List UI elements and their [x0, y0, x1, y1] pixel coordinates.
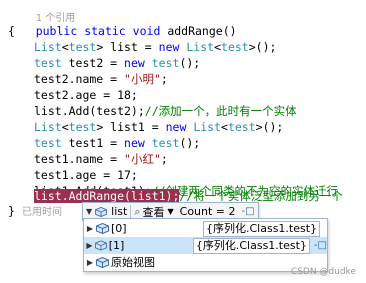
expand-arrow-icon[interactable]: ▶ — [84, 254, 96, 271]
elapsed-time-hint[interactable]: 已用时间 — [22, 203, 62, 219]
object-icon — [95, 206, 108, 217]
object-icon — [96, 223, 109, 234]
watermark: CSDN @dudke — [290, 267, 356, 277]
code-line-7: test test1 = new test(); — [34, 136, 201, 150]
code-line-6: List<test> list1 = new List<test>(); — [34, 120, 284, 134]
code-line-5: list.Add(test2);//添加一个，此时有一个实体 — [34, 104, 297, 118]
pin-icon: -□ — [241, 206, 255, 217]
object-icon — [96, 257, 109, 268]
code-line-8: test1.name = "小红"; — [34, 152, 168, 166]
item-value[interactable]: {序列化.Class1.test} — [192, 237, 310, 254]
item-value[interactable]: {序列化.Class1.test} — [203, 220, 321, 237]
code-line-1: List<test> list = new List<test>(); — [34, 40, 277, 54]
code-line-3: test2.name = "小明"; — [34, 72, 168, 86]
object-icon — [94, 240, 107, 251]
collapse-arrow-icon[interactable]: ▼ — [86, 207, 92, 216]
datatip-variable-name: list — [111, 205, 128, 218]
brace-open: { — [8, 24, 15, 38]
list-item-0[interactable]: ▶ [0] {序列化.Class1.test} — [84, 220, 327, 237]
list-item-1[interactable]: ▶ [1] {序列化.Class1.test} -□ — [84, 237, 327, 254]
datatip-children[interactable]: ▶ [0] {序列化.Class1.test} ▶ [1] {序列化.Class… — [83, 218, 328, 272]
code-line-9: test1.age = 17; — [34, 168, 138, 182]
magnifier-icon: ⌕ — [134, 204, 141, 218]
code-line-4: test2.age = 18; — [34, 88, 138, 102]
expand-arrow-icon[interactable]: ▶ — [84, 237, 95, 254]
brace-close: } — [8, 204, 15, 218]
dropdown-arrow-icon: ▼ — [167, 207, 174, 216]
expand-arrow-icon[interactable]: ▶ — [84, 220, 96, 237]
method-signature: public static void addRange() — [35, 24, 237, 38]
pin-icon[interactable]: -□ — [314, 237, 327, 254]
code-line-2: test test2 = new test(); — [34, 56, 201, 70]
